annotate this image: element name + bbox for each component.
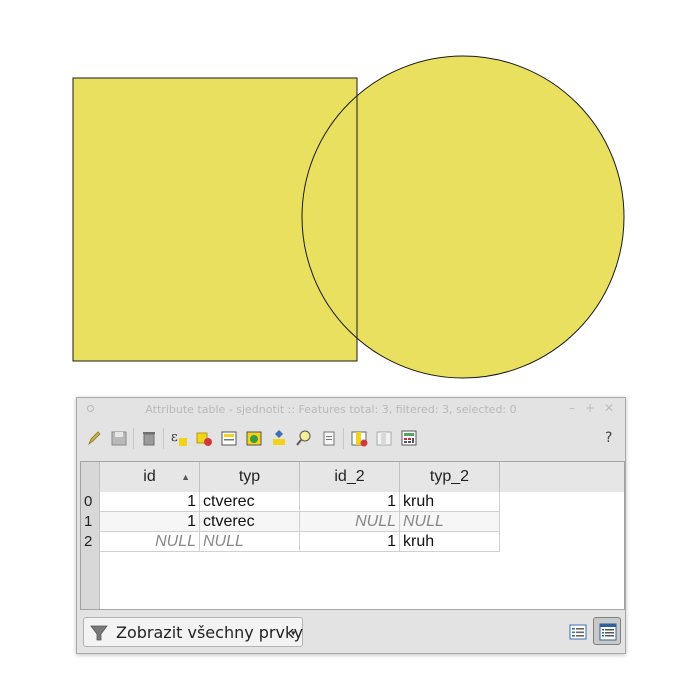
help-button[interactable]: ?: [605, 430, 612, 446]
table-cell-typ_2[interactable]: kruh: [400, 492, 500, 512]
sort-ascending-icon: ▲: [181, 472, 190, 482]
invert-selection-icon[interactable]: [245, 429, 263, 447]
table-cell-typ_2[interactable]: NULL: [400, 512, 500, 532]
toolbar-separator: [133, 428, 134, 449]
row-header[interactable]: 1: [81, 512, 100, 532]
column-header-label: id: [143, 468, 156, 485]
bottom-bar: Zobrazit všechny prvky ▾: [77, 613, 625, 653]
form-view-icon: [569, 624, 587, 640]
column-header-bar: id ▲ typ id_2 typ_2: [100, 462, 624, 492]
table-view-button[interactable]: [593, 617, 621, 645]
table-cell-typ[interactable]: NULL: [200, 532, 300, 552]
table-cell-id[interactable]: 1: [100, 512, 200, 532]
circle-polygon[interactable]: [301, 55, 625, 379]
title-bar[interactable]: Attribute table - sjednotit :: Features …: [77, 398, 625, 422]
window-title: Attribute table - sjednotit :: Features …: [145, 403, 517, 416]
window-menu-icon[interactable]: [87, 405, 94, 412]
toolbar-separator: [343, 428, 344, 449]
table-cell-id[interactable]: NULL: [100, 532, 200, 552]
delete-column-icon[interactable]: [350, 429, 368, 447]
expression-select-icon[interactable]: ε: [170, 429, 188, 447]
column-header-typ_2[interactable]: typ_2: [400, 462, 500, 492]
table-cell-typ_2[interactable]: kruh: [400, 532, 500, 552]
deselect-icon[interactable]: [195, 429, 213, 447]
svg-text:ε: ε: [171, 430, 178, 445]
table-view-icon: [599, 623, 617, 641]
table-cell-typ[interactable]: ctverec: [200, 512, 300, 532]
feature-filter-button[interactable]: Zobrazit všechny prvky ▾: [83, 617, 303, 647]
zoom-to-selection-icon[interactable]: [295, 429, 313, 447]
pan-to-selection-icon[interactable]: [270, 429, 288, 447]
attribute-table-window: Attribute table - sjednotit :: Features …: [76, 397, 626, 654]
table-cell-typ[interactable]: ctverec: [200, 492, 300, 512]
column-header-id_2[interactable]: id_2: [300, 462, 400, 492]
move-selection-top-icon[interactable]: [220, 429, 238, 447]
form-view-button[interactable]: [563, 617, 591, 645]
chevron-down-icon: ▾: [291, 629, 296, 639]
toolbar-separator: [163, 428, 164, 449]
attribute-toolbar: ε ?: [83, 426, 623, 452]
column-header-id[interactable]: id ▲: [100, 462, 200, 492]
row-header[interactable]: 0: [81, 492, 100, 512]
filter-icon: [90, 625, 108, 641]
minimize-button[interactable]: –: [565, 401, 579, 415]
table-cell-id_2[interactable]: 1: [300, 532, 400, 552]
field-calculator-icon[interactable]: [400, 429, 418, 447]
close-button[interactable]: ✕: [602, 401, 616, 415]
maximize-button[interactable]: +: [583, 401, 597, 415]
table-cell-id_2[interactable]: NULL: [300, 512, 400, 532]
pencil-icon[interactable]: [85, 429, 103, 447]
attribute-grid[interactable]: id ▲ typ id_2 typ_2 0 1 ctverec 1 kruh 1…: [80, 461, 625, 610]
filter-label: Zobrazit všechny prvky: [116, 623, 304, 642]
delete-icon[interactable]: [140, 429, 158, 447]
save-icon[interactable]: [110, 429, 128, 447]
copy-rows-icon[interactable]: [320, 429, 338, 447]
map-canvas[interactable]: [0, 0, 700, 395]
new-column-icon[interactable]: [375, 429, 393, 447]
table-cell-id[interactable]: 1: [100, 492, 200, 512]
table-cell-id_2[interactable]: 1: [300, 492, 400, 512]
select-all-corner[interactable]: [81, 462, 100, 492]
row-header[interactable]: 2: [81, 532, 100, 552]
column-header-typ[interactable]: typ: [200, 462, 300, 492]
